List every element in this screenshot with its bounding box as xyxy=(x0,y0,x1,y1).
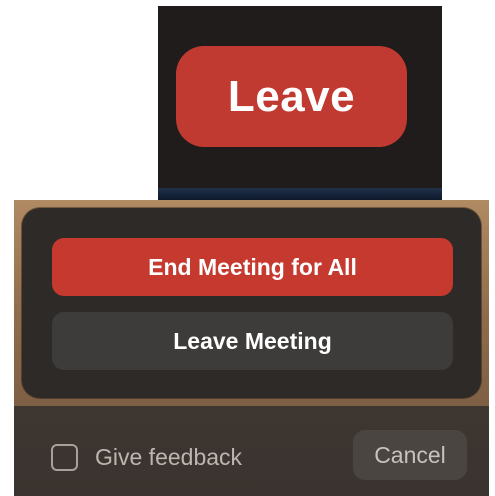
leave-button[interactable]: Leave xyxy=(176,46,407,147)
cancel-button[interactable]: Cancel xyxy=(353,430,467,480)
leave-meeting-button[interactable]: Leave Meeting xyxy=(52,312,453,370)
leave-options-popover: End Meeting for All Leave Meeting xyxy=(22,208,481,398)
meeting-toolbar: Leave xyxy=(158,6,442,200)
leave-dialog-area: End Meeting for All Leave Meeting Give f… xyxy=(14,200,489,496)
give-feedback-label: Give feedback xyxy=(95,444,243,470)
end-meeting-for-all-button[interactable]: End Meeting for All xyxy=(52,238,453,296)
give-feedback-checkbox[interactable] xyxy=(51,444,78,471)
screenshot-stage: Leave End Meeting for All Leave Meeting … xyxy=(0,0,495,496)
dialog-footer: Give feedback Cancel xyxy=(14,406,489,496)
video-strip xyxy=(158,188,442,200)
give-feedback-option[interactable]: Give feedback xyxy=(51,444,242,471)
